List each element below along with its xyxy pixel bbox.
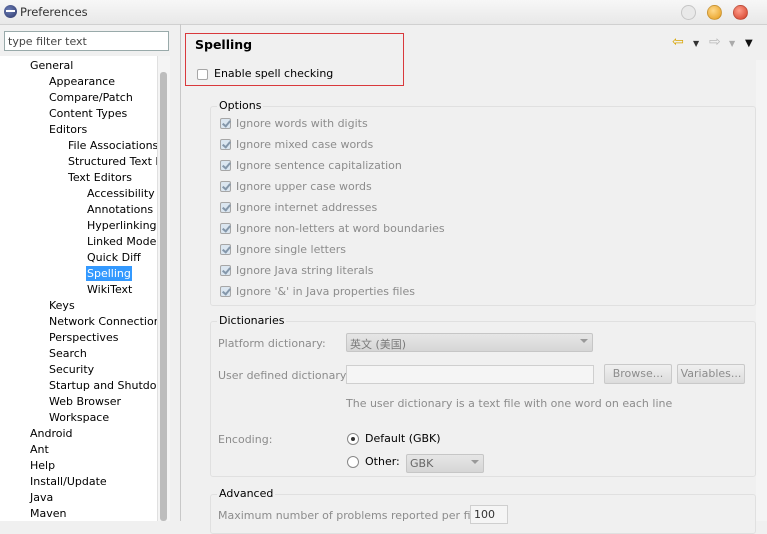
chevron-down-icon <box>471 460 479 464</box>
option-checkbox[interactable] <box>220 286 231 297</box>
encoding-label: Encoding: <box>218 433 273 446</box>
tree-item[interactable]: Perspectives <box>48 330 119 345</box>
default-encoding-label[interactable]: Default (GBK) <box>365 432 441 445</box>
user-dictionary-hint: The user dictionary is a text file with … <box>346 397 673 410</box>
tree-item[interactable]: Quick Diff <box>86 250 142 265</box>
splitter[interactable] <box>180 24 181 521</box>
tree-item[interactable]: Content Types <box>48 106 128 121</box>
option-checkbox[interactable] <box>220 118 231 129</box>
tree-item[interactable]: Appearance <box>48 74 116 89</box>
tree-item[interactable]: Compare/Patch <box>48 90 134 105</box>
option-checkbox[interactable] <box>220 181 231 192</box>
tree-item[interactable]: Install/Update <box>29 474 108 489</box>
tree-item[interactable]: Text Editors <box>67 170 133 185</box>
enable-spelling-checkbox[interactable] <box>197 69 208 80</box>
option-checkbox[interactable] <box>220 244 231 255</box>
advanced-title: Advanced <box>217 487 276 500</box>
option-label[interactable]: Ignore upper case words <box>236 180 372 193</box>
title-bar: Preferences <box>0 0 767 25</box>
option-label[interactable]: Ignore Java string literals <box>236 264 374 277</box>
platform-dictionary-select[interactable]: 英文 (美国) <box>346 333 593 352</box>
other-encoding-label[interactable]: Other: <box>365 455 400 468</box>
user-dictionary-input[interactable] <box>346 365 594 384</box>
filter-input[interactable] <box>4 31 169 51</box>
page-scrollbar[interactable] <box>756 60 767 521</box>
tree-item[interactable]: Web Browser <box>48 394 122 409</box>
option-label[interactable]: Ignore mixed case words <box>236 138 373 151</box>
back-dropdown-icon[interactable]: ▼ <box>693 40 699 48</box>
option-checkbox[interactable] <box>220 139 231 150</box>
view-menu-icon[interactable]: ▼ <box>745 39 753 49</box>
tree-item[interactable]: Hyperlinking <box>86 218 157 233</box>
tree-item[interactable]: Editors <box>48 122 88 137</box>
option-label[interactable]: Ignore non-letters at word boundaries <box>236 222 445 235</box>
other-encoding-value: GBK <box>410 457 434 470</box>
forward-arrow-icon[interactable]: ⇨ <box>709 35 721 49</box>
user-dictionary-label: User defined dictionary: <box>218 369 350 382</box>
enable-spelling-label[interactable]: Enable spell checking <box>214 67 333 80</box>
close-button[interactable] <box>733 5 748 20</box>
tree-item[interactable]: General <box>29 58 74 73</box>
tree-item[interactable]: Help <box>29 458 56 473</box>
back-arrow-icon[interactable]: ⇦ <box>672 35 684 49</box>
window-title: Preferences <box>20 5 88 19</box>
tree-item[interactable]: File Associations <box>67 138 157 153</box>
tree-item[interactable]: Startup and Shutdow <box>48 378 157 393</box>
tree-item[interactable]: Network Connection <box>48 314 157 329</box>
variables-button[interactable]: Variables... <box>677 364 745 384</box>
tree-item[interactable]: Search <box>48 346 88 361</box>
option-label[interactable]: Ignore single letters <box>236 243 346 256</box>
tree-scrollbar[interactable] <box>157 56 170 521</box>
options-title: Options <box>217 99 264 112</box>
option-checkbox[interactable] <box>220 202 231 213</box>
tree-item[interactable]: WikiText <box>86 282 133 297</box>
tree-item[interactable]: Ant <box>29 442 50 457</box>
tree-item[interactable]: Keys <box>48 298 76 313</box>
tree-item[interactable]: Security <box>48 362 95 377</box>
tree-item[interactable]: Annotations <box>86 202 154 217</box>
tree-item[interactable]: Linked Mode <box>86 234 157 249</box>
tree-scroll-thumb[interactable] <box>160 72 167 521</box>
other-encoding-radio[interactable] <box>347 456 359 468</box>
chevron-down-icon <box>580 339 588 343</box>
option-label[interactable]: Ignore '&' in Java properties files <box>236 285 415 298</box>
platform-dictionary-label: Platform dictionary: <box>218 337 326 350</box>
minimize-button[interactable] <box>681 5 696 20</box>
platform-dictionary-value: 英文 (美国) <box>350 338 407 351</box>
max-problems-label: Maximum number of problems reported per … <box>218 509 485 522</box>
tree-item[interactable]: Spelling <box>86 266 132 281</box>
option-label[interactable]: Ignore words with digits <box>236 117 368 130</box>
max-problems-input[interactable] <box>470 505 508 524</box>
option-checkbox[interactable] <box>220 223 231 234</box>
tree-item[interactable]: Android <box>29 426 74 441</box>
tree-item[interactable]: Workspace <box>48 410 110 425</box>
option-checkbox[interactable] <box>220 265 231 276</box>
forward-dropdown-icon[interactable]: ▼ <box>729 40 735 48</box>
page-title: Spelling <box>195 37 253 52</box>
option-label[interactable]: Ignore internet addresses <box>236 201 377 214</box>
option-checkbox[interactable] <box>220 160 231 171</box>
tree-item[interactable]: Structured Text Ed <box>67 154 157 169</box>
other-encoding-select[interactable]: GBK <box>406 454 484 473</box>
maximize-button[interactable] <box>707 5 722 20</box>
eclipse-icon <box>4 5 17 18</box>
browse-button[interactable]: Browse... <box>604 364 672 384</box>
option-label[interactable]: Ignore sentence capitalization <box>236 159 402 172</box>
dictionaries-title: Dictionaries <box>217 314 287 327</box>
tree-item[interactable]: Accessibility <box>86 186 156 201</box>
preference-tree: General Appearance Compare/Patch Content Ty… <box>0 56 157 521</box>
default-encoding-radio[interactable] <box>347 433 359 445</box>
tree-item[interactable]: Maven <box>29 506 67 521</box>
tree-item[interactable]: Java <box>29 490 54 505</box>
